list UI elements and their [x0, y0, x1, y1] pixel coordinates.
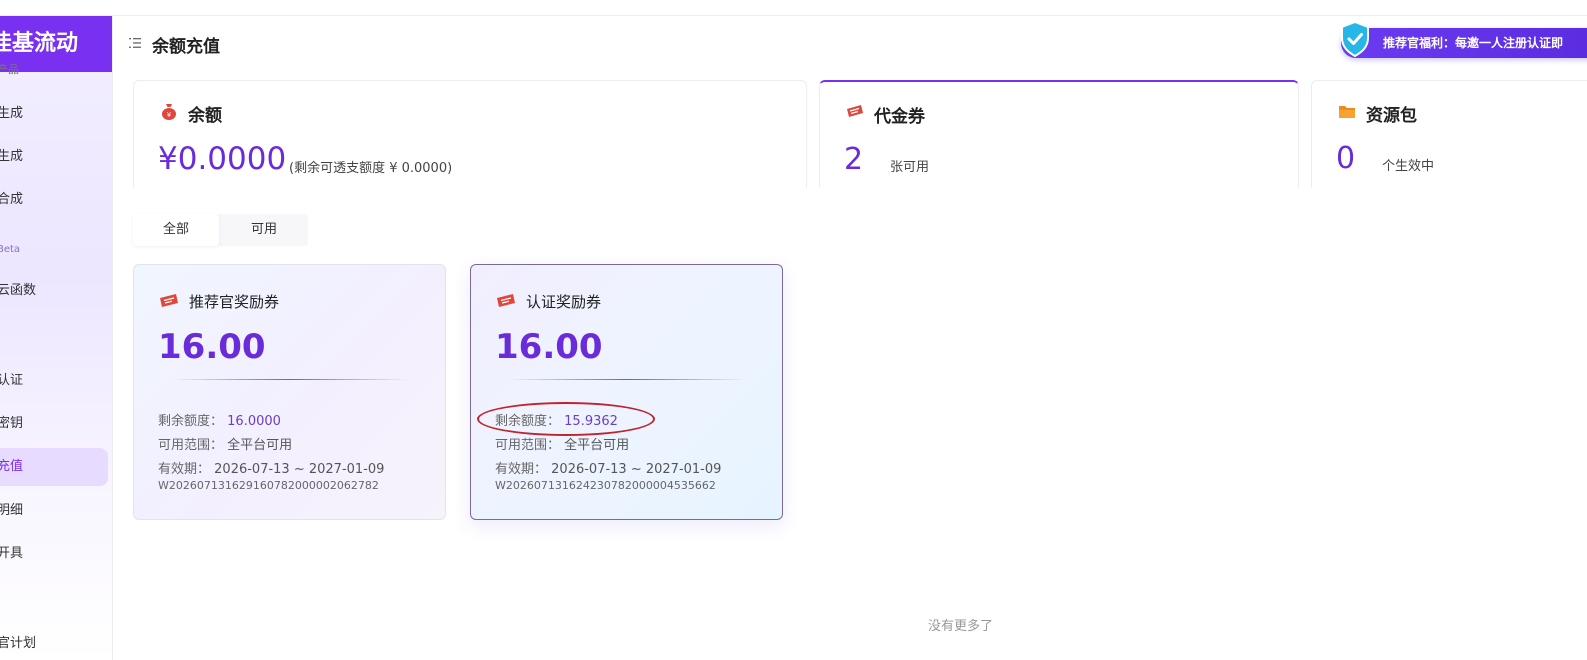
validity-label: 有效期：: [495, 462, 548, 477]
validity-label: 有效期：: [158, 462, 211, 477]
highlight-annotation-ellipse: [477, 402, 655, 436]
sidebar-item-recharge[interactable]: 充值: [0, 448, 108, 486]
sidebar-item-invoice[interactable]: 开具: [0, 535, 108, 573]
scope-value: 全平台可用: [227, 438, 293, 453]
folder-icon: [1339, 106, 1355, 118]
page-header: 余额充值 推荐官福利：每邀一人注册认证即: [113, 16, 1587, 72]
scope-row: 可用范围： 全平台可用: [158, 434, 292, 453]
voucher-count: 2: [844, 142, 864, 177]
validity-row: 有效期： 2026-07-13 ~ 2027-01-09: [158, 458, 384, 477]
scope-label: 可用范围：: [495, 438, 561, 453]
tab-all[interactable]: 全部: [133, 214, 219, 246]
divider: [172, 379, 408, 380]
divider: [509, 379, 745, 380]
sidebar-item-generate-2[interactable]: 生成: [0, 138, 108, 176]
balance-title: 余额: [188, 106, 222, 126]
balance-amount: ¥0.0000: [158, 141, 287, 177]
voucher-card[interactable]: 代金券 2 张可用: [819, 80, 1299, 188]
sidebar-item-details[interactable]: 明细: [0, 492, 108, 530]
package-count: 0: [1336, 141, 1356, 176]
sidebar-item-beta[interactable]: Beta: [0, 231, 108, 269]
ticket-icon: [497, 294, 515, 307]
tab-available[interactable]: 可用: [221, 214, 307, 246]
sidebar-item-synthesis[interactable]: 合成: [0, 181, 108, 219]
svg-text:¥: ¥: [167, 111, 172, 119]
no-more-text: 没有更多了: [928, 619, 994, 634]
coupon-amount: 16.00: [158, 327, 266, 367]
sidebar-item-verification[interactable]: 认证: [0, 362, 108, 400]
sidebar-item-generate-1[interactable]: 生成: [0, 95, 108, 133]
package-title: 资源包: [1366, 106, 1417, 126]
coupon-card-referral[interactable]: 推荐官奖励券 16.00 剩余额度： 16.0000 可用范围： 全平台可用 有…: [133, 264, 446, 520]
balance-card[interactable]: ¥ 余额 ¥0.0000 (剩余可透支额度 ¥ 0.0000): [133, 80, 807, 188]
page-title: 余额充值: [152, 37, 220, 57]
package-card[interactable]: 资源包 0 个生效中: [1311, 80, 1587, 188]
coupon-amount: 16.00: [495, 327, 603, 367]
coupon-filter-tabs: 全部 可用: [133, 214, 308, 246]
coupon-title: 推荐官奖励券: [189, 293, 280, 311]
shield-check-icon: [1341, 21, 1369, 57]
validity-value: 2026-07-13 ~ 2027-01-09: [214, 462, 385, 477]
menu-collapse-icon[interactable]: [129, 37, 141, 49]
scope-value: 全平台可用: [564, 438, 630, 453]
remaining-value: 16.0000: [227, 414, 281, 429]
promo-banner[interactable]: 推荐官福利：每邀一人注册认证即: [1341, 28, 1587, 58]
coupon-card-verification[interactable]: 认证奖励券 16.00 剩余额度： 15.9362 可用范围： 全平台可用 有效…: [470, 264, 783, 520]
remaining-row: 剩余额度： 16.0000: [158, 410, 281, 429]
validity-value: 2026-07-13 ~ 2027-01-09: [551, 462, 722, 477]
top-bar: [0, 0, 1587, 16]
package-note: 个生效中: [1382, 159, 1435, 174]
voucher-note: 张可用: [890, 160, 930, 175]
scope-label: 可用范围：: [158, 438, 224, 453]
sidebar: 佳基流动 产品 生成 生成 合成 Beta 云函数 认证 密钥 充值 明细 开具…: [0, 16, 113, 660]
coupon-title: 认证奖励券: [526, 293, 602, 311]
sidebar-item-cloud-function[interactable]: 云函数: [0, 272, 108, 310]
sidebar-item-plan[interactable]: 官计划: [0, 625, 108, 660]
sidebar-item-products[interactable]: 产品: [0, 64, 108, 82]
scope-row: 可用范围： 全平台可用: [495, 434, 629, 453]
ticket-icon: [847, 105, 863, 117]
overdraft-note: (剩余可透支额度 ¥ 0.0000): [289, 161, 453, 176]
coupon-code: W20260713162916078200000206278​2: [158, 479, 379, 492]
money-bag-icon: ¥: [162, 104, 176, 120]
sidebar-item-keys[interactable]: 密钥: [0, 405, 108, 443]
remaining-label: 剩余额度：: [158, 414, 224, 429]
voucher-title: 代金券: [874, 107, 925, 127]
coupon-code: W20260713162423078200000453566​2: [495, 479, 716, 492]
validity-row: 有效期： 2026-07-13 ~ 2027-01-09: [495, 458, 721, 477]
ticket-icon: [160, 294, 178, 307]
